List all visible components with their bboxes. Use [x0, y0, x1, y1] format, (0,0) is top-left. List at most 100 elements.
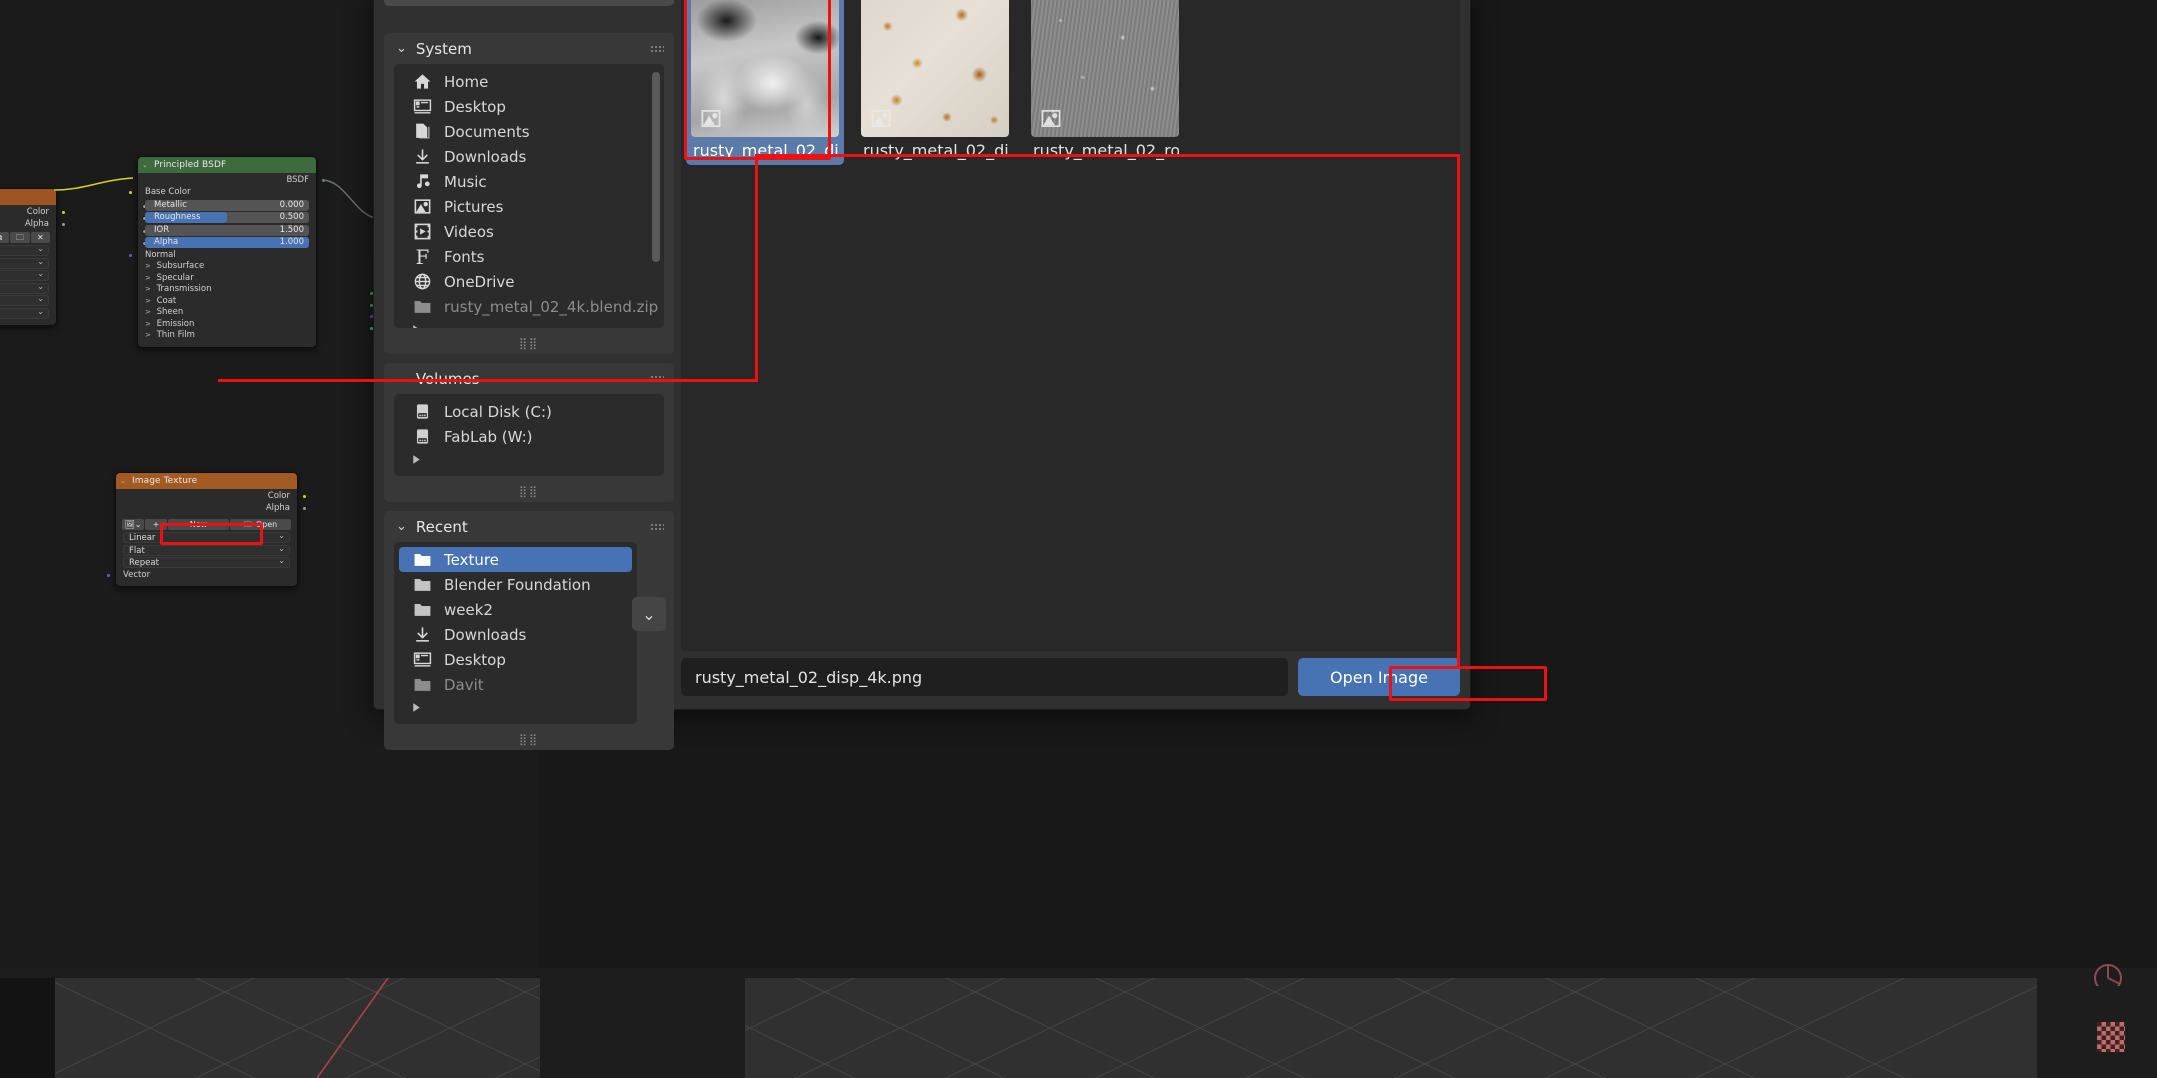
bsdf-output: BSDF — [138, 175, 326, 187]
node-header[interactable]: ⌄ Principled BSDF — [138, 157, 316, 173]
slider-metallic[interactable]: Metallic 0.000 — [145, 199, 309, 211]
image-node-dropdown-2[interactable] — [0, 257, 49, 269]
sidebar-item-onedrive[interactable]: OneDrive — [399, 269, 659, 294]
add-image-button[interactable]: + — [145, 519, 167, 530]
sidebar-item-rusty-metal-zip[interactable]: rusty_metal_02_4k.blend.zip — [399, 294, 659, 319]
image-node-toolbar[interactable]: … ⬡ ⧉ 🗀 ✕ — [0, 232, 51, 243]
thumbnail-item[interactable]: rusty_metal_02_di... — [686, 0, 844, 165]
sidebar-item-desktop-recent[interactable]: Desktop — [399, 647, 632, 672]
recent-expand-arrow[interactable] — [394, 697, 637, 724]
volumes-expand-arrow[interactable] — [394, 449, 664, 476]
volumes-list[interactable]: Local Disk (C:) FabLab (W:) — [394, 394, 664, 476]
slider-alpha[interactable]: Alpha 1.000 — [145, 237, 309, 248]
image-node-dropdown-3[interactable] — [0, 269, 49, 281]
sidebar-item-home[interactable]: Home — [399, 69, 659, 94]
socket-vector[interactable] — [106, 572, 111, 578]
image-format-icon — [1041, 109, 1061, 128]
image-node-dropdown-6[interactable] — [0, 307, 49, 319]
sidebar-item-documents[interactable]: Documents — [399, 119, 659, 144]
sidebar-item-week2[interactable]: week2 — [399, 597, 632, 622]
file-browser-filelist[interactable]: rusty_metal_02_di... rusty_metal_02_di..… — [681, 0, 1460, 651]
socket-bsdf[interactable] — [321, 178, 326, 183]
viewport-gizmos[interactable] — [2060, 940, 2157, 1078]
desktop-icon — [413, 650, 432, 669]
font-icon: F — [415, 244, 430, 269]
image-node-dropdown-1[interactable] — [0, 244, 49, 256]
chevron-right-icon: > — [145, 319, 151, 328]
imgtex-toolbar[interactable]: 🖼⌄ + New 🗀 Open — [122, 519, 291, 530]
folder-icon[interactable]: 🗀 — [10, 232, 30, 243]
sidebar-item-desktop[interactable]: Desktop — [399, 94, 659, 119]
image-node-dropdown-5[interactable] — [0, 294, 49, 306]
viewport-shading-checker-icon[interactable] — [2097, 1022, 2125, 1052]
sidebar-item-pictures[interactable]: Pictures — [399, 194, 659, 219]
section-transmission[interactable]: > Transmission — [138, 284, 316, 296]
globe-icon — [413, 272, 432, 291]
thumbnail-item[interactable]: rusty_metal_02_ro... — [1031, 0, 1179, 165]
sidebar-item-fonts[interactable]: F Fonts — [399, 244, 659, 269]
open-image-button[interactable]: 🗀 Open — [230, 519, 291, 530]
thumbnail-grid[interactable]: rusty_metal_02_di... rusty_metal_02_di..… — [686, 0, 1460, 165]
panel-resize-grip[interactable]: ⣿⣿ — [384, 337, 674, 354]
sidebar-item-music[interactable]: Music — [399, 169, 659, 194]
socket-alpha[interactable] — [302, 505, 307, 511]
image-browse-icon[interactable]: 🖼⌄ — [122, 519, 144, 530]
new-image-button[interactable]: New — [168, 519, 229, 530]
recent-collapse-button[interactable]: ⌄ — [632, 597, 666, 631]
sidebar-item-videos[interactable]: Videos — [399, 219, 659, 244]
extension-dropdown[interactable]: Repeat — [123, 556, 290, 568]
panel-header-recent[interactable]: ⌄ Recent — [384, 511, 674, 542]
node-header[interactable]: ⌄ Image Texture — [116, 473, 297, 489]
image-node-dropdown-4[interactable] — [0, 282, 49, 294]
viewport-axis-gizmo[interactable] — [2094, 964, 2122, 986]
socket-base-color[interactable] — [128, 189, 133, 195]
socket-color[interactable] — [302, 494, 307, 499]
node-output-alpha: Alpha — [0, 219, 66, 231]
chevron-right-icon: > — [145, 296, 151, 305]
panel-resize-grip[interactable]: ⣿⣿ — [384, 485, 674, 502]
node-header[interactable]: ⌄ k.jpg — [0, 189, 56, 205]
section-subsurface[interactable]: > Subsurface — [138, 261, 316, 273]
drag-grip[interactable] — [650, 45, 664, 53]
filename-input[interactable]: rusty_metal_02_disp_4k.png — [681, 658, 1288, 696]
sidebar-scrollbar[interactable] — [652, 72, 660, 262]
system-list[interactable]: Home Desktop Documents Downloads Music P… — [394, 64, 664, 328]
open-image-confirm-button[interactable]: Open Image — [1298, 658, 1460, 696]
sidebar-item-downloads-recent[interactable]: Downloads — [399, 622, 632, 647]
socket-normal[interactable] — [128, 252, 133, 258]
node-principled-bsdf[interactable]: ⌄ Principled BSDF BSDF Base Color Metall… — [128, 156, 326, 348]
section-emission[interactable]: > Emission — [138, 319, 316, 331]
panel-header-system[interactable]: ⌄ System — [384, 33, 674, 64]
node-image-file[interactable]: ⌄ k.jpg Color Alpha … ⬡ ⧉ 🗀 ✕ — [0, 188, 66, 326]
section-sheen[interactable]: > Sheen — [138, 307, 316, 319]
panel-resize-grip[interactable]: ⣿⣿ — [384, 733, 674, 750]
file-browser-sidebar[interactable]: ⌄ System Home Desktop Documents Download… — [384, 0, 674, 750]
sidebar-item-texture[interactable]: Texture — [399, 547, 632, 572]
section-coat[interactable]: > Coat — [138, 296, 316, 308]
recent-list[interactable]: Texture Blender Foundation week2 Downloa… — [394, 542, 637, 724]
socket-alpha[interactable] — [61, 221, 66, 227]
section-thin-film[interactable]: > Thin Film — [138, 330, 316, 342]
system-expand-arrow[interactable] — [394, 319, 664, 328]
node-image-texture[interactable]: ⌄ Image Texture Color Alpha 🖼⌄ + New 🗀 O… — [106, 472, 307, 587]
section-specular[interactable]: > Specular — [138, 273, 316, 285]
sidebar-item-fablab[interactable]: FabLab (W:) — [399, 424, 659, 449]
interpolation-dropdown[interactable]: Linear — [123, 531, 290, 543]
drag-grip[interactable] — [650, 523, 664, 531]
bsdf-base-color-input: Base Color — [128, 187, 316, 199]
slider-roughness[interactable]: Roughness 0.500 — [145, 212, 309, 223]
thumbnail-item[interactable]: rusty_metal_02_di... — [861, 0, 1009, 165]
3d-viewport[interactable] — [0, 968, 2157, 1078]
close-icon[interactable]: ✕ — [30, 232, 51, 243]
copy-icon[interactable]: ⧉ — [0, 232, 10, 243]
chevron-right-icon: > — [145, 285, 151, 293]
socket-color[interactable] — [61, 210, 66, 215]
sidebar-item-local-disk[interactable]: Local Disk (C:) — [399, 399, 659, 424]
projection-dropdown[interactable]: Flat — [123, 544, 290, 556]
video-icon — [413, 222, 432, 241]
sidebar-item-downloads[interactable]: Downloads — [399, 144, 659, 169]
sidebar-item-davit[interactable]: Davit — [399, 672, 632, 697]
sidebar-item-blender-foundation[interactable]: Blender Foundation — [399, 572, 632, 597]
disk-icon — [413, 402, 432, 421]
slider-ior[interactable]: IOR 1.500 — [145, 224, 309, 236]
